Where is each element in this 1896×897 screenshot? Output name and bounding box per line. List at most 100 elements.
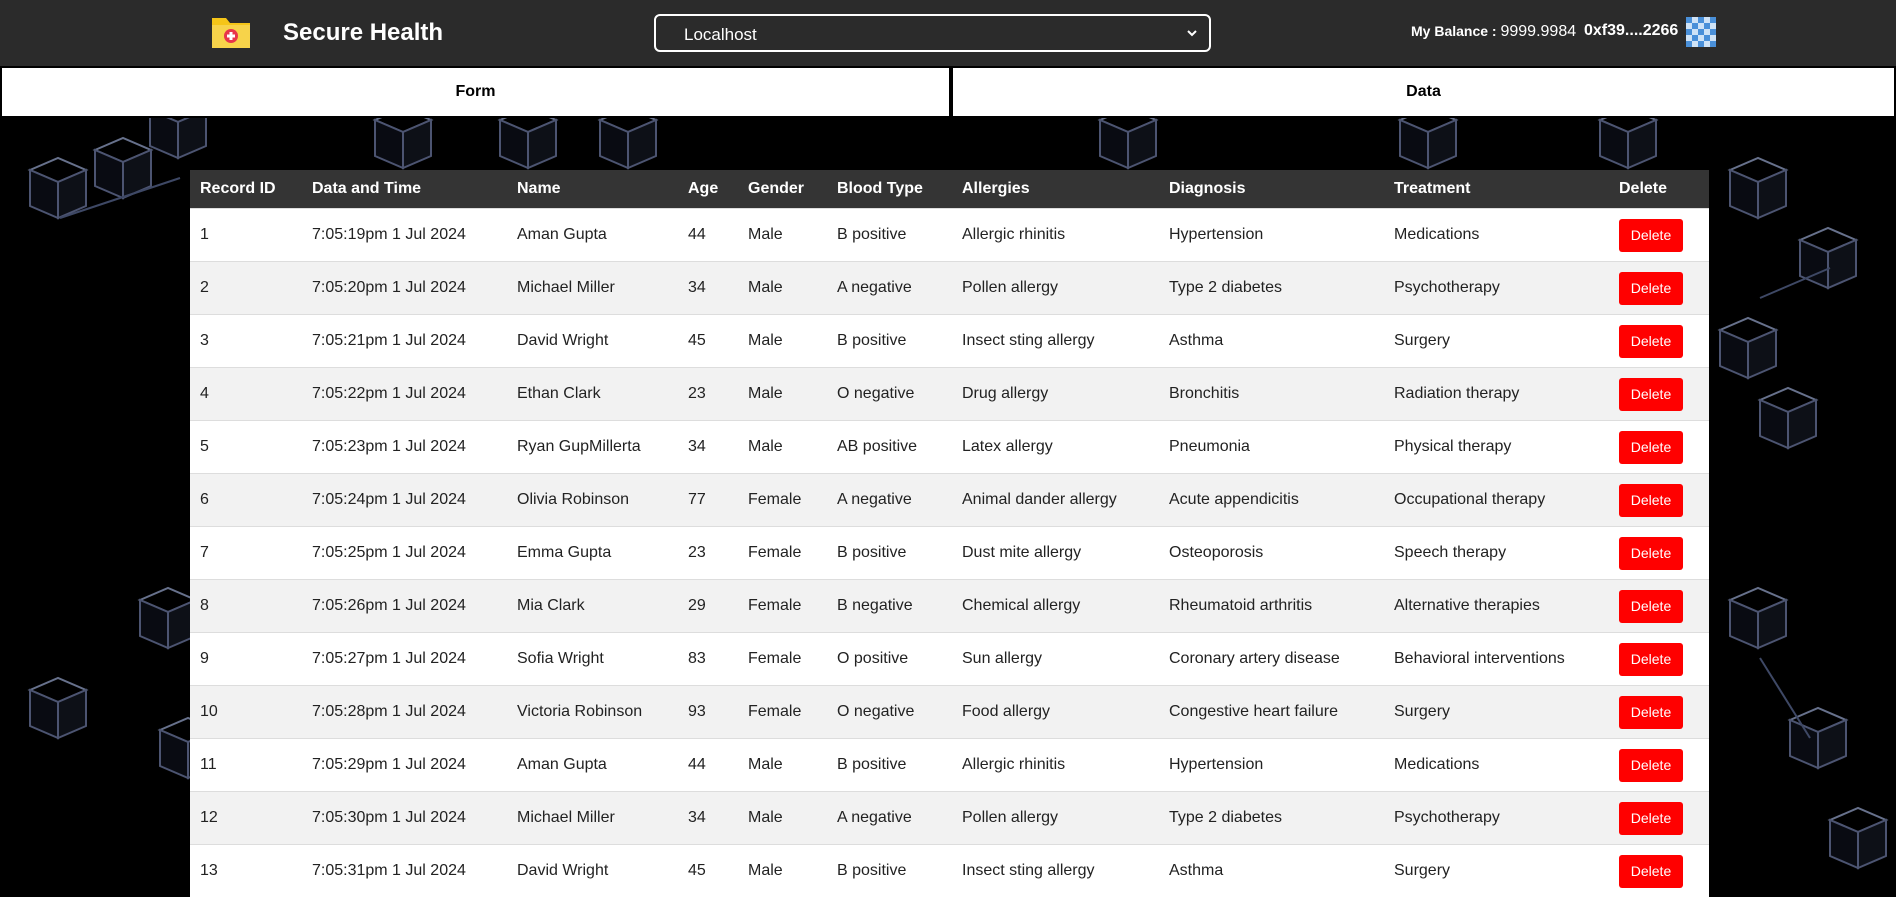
name-cell: Aman Gupta <box>507 209 678 262</box>
datetime-cell: 7:05:20pm 1 Jul 2024 <box>302 262 507 315</box>
gender-cell: Male <box>738 315 827 368</box>
records-table: Record ID Data and Time Name Age Gender … <box>190 170 1709 897</box>
diagnosis-cell: Osteoporosis <box>1159 527 1384 580</box>
record-id-cell: 5 <box>190 421 302 474</box>
gender-cell: Male <box>738 262 827 315</box>
name-cell: Sofia Wright <box>507 633 678 686</box>
allergies-cell: Dust mite allergy <box>952 527 1159 580</box>
delete-cell: Delete <box>1609 792 1709 845</box>
medical-folder-icon <box>210 14 252 50</box>
treatment-cell: Surgery <box>1384 686 1609 739</box>
diagnosis-cell: Hypertension <box>1159 739 1384 792</box>
age-cell: 93 <box>678 686 738 739</box>
treatment-cell: Behavioral interventions <box>1384 633 1609 686</box>
tab-bar: Form Data <box>0 66 1896 118</box>
diagnosis-cell: Pneumonia <box>1159 421 1384 474</box>
diagnosis-cell: Bronchitis <box>1159 368 1384 421</box>
delete-button[interactable]: Delete <box>1619 643 1683 676</box>
tab-data[interactable]: Data <box>951 66 1896 118</box>
tab-form[interactable]: Form <box>0 66 951 118</box>
datetime-cell: 7:05:27pm 1 Jul 2024 <box>302 633 507 686</box>
blood-type-cell: O negative <box>827 368 952 421</box>
allergies-cell: Sun allergy <box>952 633 1159 686</box>
delete-button[interactable]: Delete <box>1619 378 1683 411</box>
gender-cell: Female <box>738 686 827 739</box>
allergies-cell: Allergic rhinitis <box>952 209 1159 262</box>
treatment-cell: Medications <box>1384 209 1609 262</box>
delete-button[interactable]: Delete <box>1619 219 1683 252</box>
gender-cell: Male <box>738 739 827 792</box>
column-header: Treatment <box>1384 170 1609 209</box>
allergies-cell: Pollen allergy <box>952 792 1159 845</box>
table-header-row: Record ID Data and Time Name Age Gender … <box>190 170 1709 209</box>
treatment-cell: Radiation therapy <box>1384 368 1609 421</box>
diagnosis-cell: Congestive heart failure <box>1159 686 1384 739</box>
delete-button[interactable]: Delete <box>1619 325 1683 358</box>
age-cell: 29 <box>678 580 738 633</box>
delete-cell: Delete <box>1609 315 1709 368</box>
table-row: 67:05:24pm 1 Jul 2024Olivia Robinson77Fe… <box>190 474 1709 527</box>
delete-button[interactable]: Delete <box>1619 855 1683 888</box>
gender-cell: Male <box>738 209 827 262</box>
record-id-cell: 12 <box>190 792 302 845</box>
age-cell: 83 <box>678 633 738 686</box>
table-row: 107:05:28pm 1 Jul 2024Victoria Robinson9… <box>190 686 1709 739</box>
datetime-cell: 7:05:31pm 1 Jul 2024 <box>302 845 507 897</box>
table-row: 127:05:30pm 1 Jul 2024Michael Miller34Ma… <box>190 792 1709 845</box>
delete-button[interactable]: Delete <box>1619 537 1683 570</box>
record-id-cell: 10 <box>190 686 302 739</box>
datetime-cell: 7:05:21pm 1 Jul 2024 <box>302 315 507 368</box>
age-cell: 45 <box>678 845 738 897</box>
table-row: 87:05:26pm 1 Jul 2024Mia Clark29FemaleB … <box>190 580 1709 633</box>
diagnosis-cell: Hypertension <box>1159 209 1384 262</box>
age-cell: 45 <box>678 315 738 368</box>
delete-button[interactable]: Delete <box>1619 696 1683 729</box>
column-header: Blood Type <box>827 170 952 209</box>
record-id-cell: 13 <box>190 845 302 897</box>
name-cell: Olivia Robinson <box>507 474 678 527</box>
delete-cell: Delete <box>1609 633 1709 686</box>
column-header: Data and Time <box>302 170 507 209</box>
datetime-cell: 7:05:24pm 1 Jul 2024 <box>302 474 507 527</box>
delete-button[interactable]: Delete <box>1619 484 1683 517</box>
gender-cell: Male <box>738 421 827 474</box>
datetime-cell: 7:05:23pm 1 Jul 2024 <box>302 421 507 474</box>
age-cell: 34 <box>678 262 738 315</box>
table-row: 117:05:29pm 1 Jul 2024Aman Gupta44MaleB … <box>190 739 1709 792</box>
allergies-cell: Latex allergy <box>952 421 1159 474</box>
account-address[interactable]: 0xf39....2266 <box>1584 22 1678 40</box>
records-table-container: Record ID Data and Time Name Age Gender … <box>190 170 1709 897</box>
blood-type-cell: B positive <box>827 315 952 368</box>
app-title: Secure Health <box>283 19 443 47</box>
delete-button[interactable]: Delete <box>1619 590 1683 623</box>
network-select[interactable]: Localhost <box>654 14 1211 52</box>
gender-cell: Female <box>738 633 827 686</box>
column-header: Record ID <box>190 170 302 209</box>
delete-button[interactable]: Delete <box>1619 431 1683 464</box>
delete-button[interactable]: Delete <box>1619 749 1683 782</box>
blood-type-cell: A negative <box>827 474 952 527</box>
diagnosis-cell: Asthma <box>1159 845 1384 897</box>
datetime-cell: 7:05:30pm 1 Jul 2024 <box>302 792 507 845</box>
delete-cell: Delete <box>1609 739 1709 792</box>
name-cell: Ethan Clark <box>507 368 678 421</box>
delete-button[interactable]: Delete <box>1619 272 1683 305</box>
blood-type-cell: A negative <box>827 792 952 845</box>
gender-cell: Female <box>738 527 827 580</box>
treatment-cell: Surgery <box>1384 845 1609 897</box>
delete-button[interactable]: Delete <box>1619 802 1683 835</box>
column-header: Gender <box>738 170 827 209</box>
name-cell: Michael Miller <box>507 262 678 315</box>
diagnosis-cell: Type 2 diabetes <box>1159 792 1384 845</box>
column-header: Allergies <box>952 170 1159 209</box>
name-cell: Ryan GupMillerta <box>507 421 678 474</box>
identicon-avatar[interactable] <box>1686 17 1716 47</box>
treatment-cell: Psychotherapy <box>1384 262 1609 315</box>
name-cell: Michael Miller <box>507 792 678 845</box>
age-cell: 23 <box>678 368 738 421</box>
diagnosis-cell: Coronary artery disease <box>1159 633 1384 686</box>
table-row: 17:05:19pm 1 Jul 2024Aman Gupta44MaleB p… <box>190 209 1709 262</box>
allergies-cell: Chemical allergy <box>952 580 1159 633</box>
allergies-cell: Animal dander allergy <box>952 474 1159 527</box>
record-id-cell: 9 <box>190 633 302 686</box>
